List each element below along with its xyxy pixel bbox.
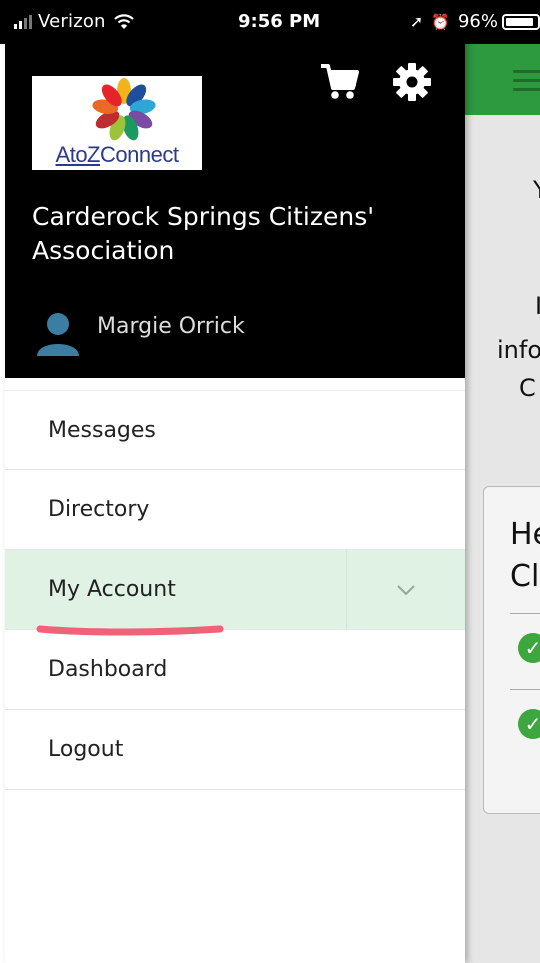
status-bar: Verizon 9:56 PM ➚ ⏰ 96%	[0, 0, 540, 44]
flower-logo-icon	[92, 78, 156, 141]
logo-wordmark: AtoZConnect	[55, 142, 179, 167]
background-text-fragment: I	[535, 292, 540, 320]
menu-item-my-account[interactable]: My Account	[5, 550, 465, 630]
background-card-title: Cl	[510, 559, 540, 594]
annotation-underline	[36, 625, 224, 636]
menu-item-label: Messages	[48, 417, 156, 443]
menu-item-label: Logout	[48, 737, 124, 762]
divider	[510, 613, 540, 614]
chevron-down-icon	[397, 584, 415, 595]
battery-percent: 96%	[457, 11, 498, 32]
battery-icon	[502, 13, 540, 30]
signal-icon	[14, 14, 32, 29]
clock: 9:56 PM	[238, 11, 321, 32]
carrier-name: Verizon	[38, 11, 106, 32]
background-text-fragment: Y	[533, 176, 540, 204]
background-text-fragment: C	[519, 374, 536, 402]
location-arrow-icon: ➚	[409, 12, 424, 31]
menu-item-directory[interactable]: Directory	[5, 470, 465, 550]
check-circle-icon: ✓	[518, 709, 540, 739]
wifi-icon	[113, 13, 134, 29]
atoz-connect-logo: AtoZConnect	[32, 76, 202, 170]
drawer-menu: Messages Directory My Account Dashboard …	[5, 390, 465, 790]
cart-icon	[321, 64, 359, 99]
drawer-header: AtoZConnect Carderock Springs Citizens' …	[5, 0, 465, 378]
avatar-icon	[37, 313, 79, 356]
menu-item-label: My Account	[48, 577, 176, 602]
gear-icon	[393, 63, 431, 101]
menu-item-label: Directory	[48, 497, 150, 522]
expand-button[interactable]	[346, 550, 465, 629]
user-name: Margie Orrick	[97, 313, 245, 339]
user-profile: Margie Orrick	[35, 310, 245, 356]
background-text-fragment: info	[497, 336, 540, 364]
background-app: Y I info C He Cl ✓ ✓	[465, 0, 540, 963]
divider	[510, 689, 540, 690]
organization-name: Carderock Springs Citizens' Association	[32, 202, 375, 265]
background-card: He Cl ✓ ✓	[483, 486, 540, 814]
hamburger-icon[interactable]	[513, 70, 540, 97]
menu-item-label: Dashboard	[48, 657, 168, 682]
menu-item-logout[interactable]: Logout	[5, 710, 465, 790]
alarm-icon: ⏰	[431, 12, 450, 31]
settings-button[interactable]	[390, 60, 434, 104]
check-circle-icon: ✓	[518, 633, 540, 663]
navigation-drawer: AtoZConnect Carderock Springs Citizens' …	[5, 0, 465, 963]
menu-item-messages[interactable]: Messages	[5, 390, 465, 470]
cart-button[interactable]	[317, 60, 361, 104]
menu-item-dashboard[interactable]: Dashboard	[5, 630, 465, 710]
background-card-title: He	[510, 517, 540, 552]
